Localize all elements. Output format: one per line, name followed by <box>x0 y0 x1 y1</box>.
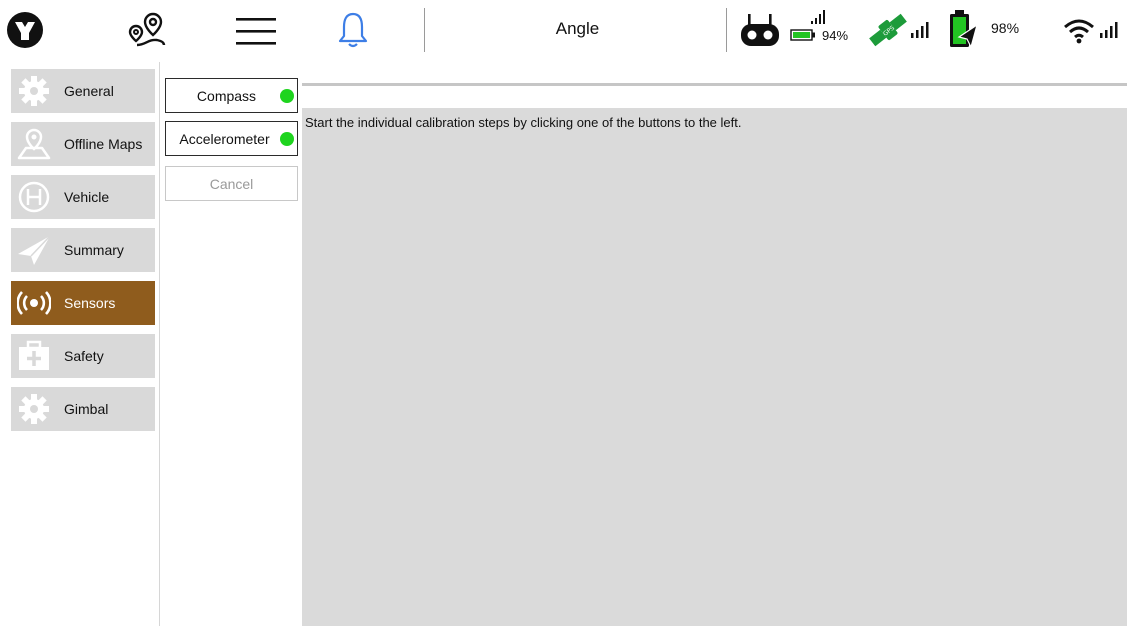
top-toolbar: Angle 94% GPS 98% <box>0 0 1127 62</box>
gear-icon <box>11 387 57 431</box>
sidebar-item-safety[interactable]: Safety <box>11 334 155 378</box>
content-divider <box>302 83 1127 86</box>
accelerometer-status-indicator <box>280 132 294 146</box>
sidebar-item-label: Offline Maps <box>64 136 143 152</box>
map-pin-icon <box>11 122 57 166</box>
battery-icon <box>790 28 816 42</box>
sidebar-item-sensors[interactable]: Sensors <box>11 281 155 325</box>
sidebar-item-label: Vehicle <box>64 189 110 205</box>
toolbar-divider <box>424 8 425 52</box>
sidebar-item-gimbal[interactable]: Gimbal <box>11 387 155 431</box>
sidebar-item-label: Gimbal <box>64 401 109 417</box>
helipad-icon <box>11 175 57 219</box>
wifi-icon <box>1062 16 1096 46</box>
calibration-instructions: Start the individual calibration steps b… <box>305 115 742 130</box>
signal-bars-icon <box>1098 20 1120 40</box>
sidebar-item-label: Safety <box>64 348 104 364</box>
toolbar-divider <box>726 8 727 52</box>
sidebar-item-vehicle[interactable]: Vehicle <box>11 175 155 219</box>
sidebar-item-summary[interactable]: Summary <box>11 228 155 272</box>
vehicle-battery-percent: 98% <box>991 20 1020 36</box>
cancel-button[interactable]: Cancel <box>165 166 298 201</box>
calibration-panel: Start the individual calibration steps b… <box>302 108 1127 626</box>
sensor-waves-icon <box>11 281 57 325</box>
compass-button-label: Compass <box>196 87 257 104</box>
accelerometer-button-label: Accelerometer <box>179 130 270 147</box>
flight-mode-label[interactable]: Angle <box>430 19 725 39</box>
accelerometer-calibration-button[interactable]: Accelerometer <box>165 121 298 156</box>
cancel-button-label: Cancel <box>209 175 254 192</box>
controller-battery-percent: 94% <box>822 28 849 43</box>
bell-icon[interactable] <box>333 8 373 52</box>
settings-sidebar: General Offline Maps Vehicle Summary Sen… <box>0 62 160 626</box>
paper-plane-icon <box>11 228 57 272</box>
sidebar-item-label: Summary <box>64 242 124 258</box>
plan-waypoints-icon[interactable] <box>122 8 172 52</box>
signal-bars-icon <box>809 8 827 26</box>
sidebar-item-offline-maps[interactable]: Offline Maps <box>11 122 155 166</box>
gear-icon <box>11 69 57 113</box>
gps-satellite-icon: GPS <box>866 10 910 50</box>
first-aid-kit-icon <box>11 334 57 378</box>
app-logo-icon[interactable] <box>0 10 50 50</box>
sidebar-item-general[interactable]: General <box>11 69 155 113</box>
remote-controller-icon <box>738 12 782 48</box>
signal-bars-icon <box>909 20 931 40</box>
hamburger-menu-icon[interactable] <box>232 12 280 50</box>
vehicle-battery-icon <box>946 8 980 52</box>
compass-calibration-button[interactable]: Compass <box>165 78 298 113</box>
sidebar-item-label: Sensors <box>64 295 116 311</box>
compass-status-indicator <box>280 89 294 103</box>
sidebar-item-label: General <box>64 83 114 99</box>
